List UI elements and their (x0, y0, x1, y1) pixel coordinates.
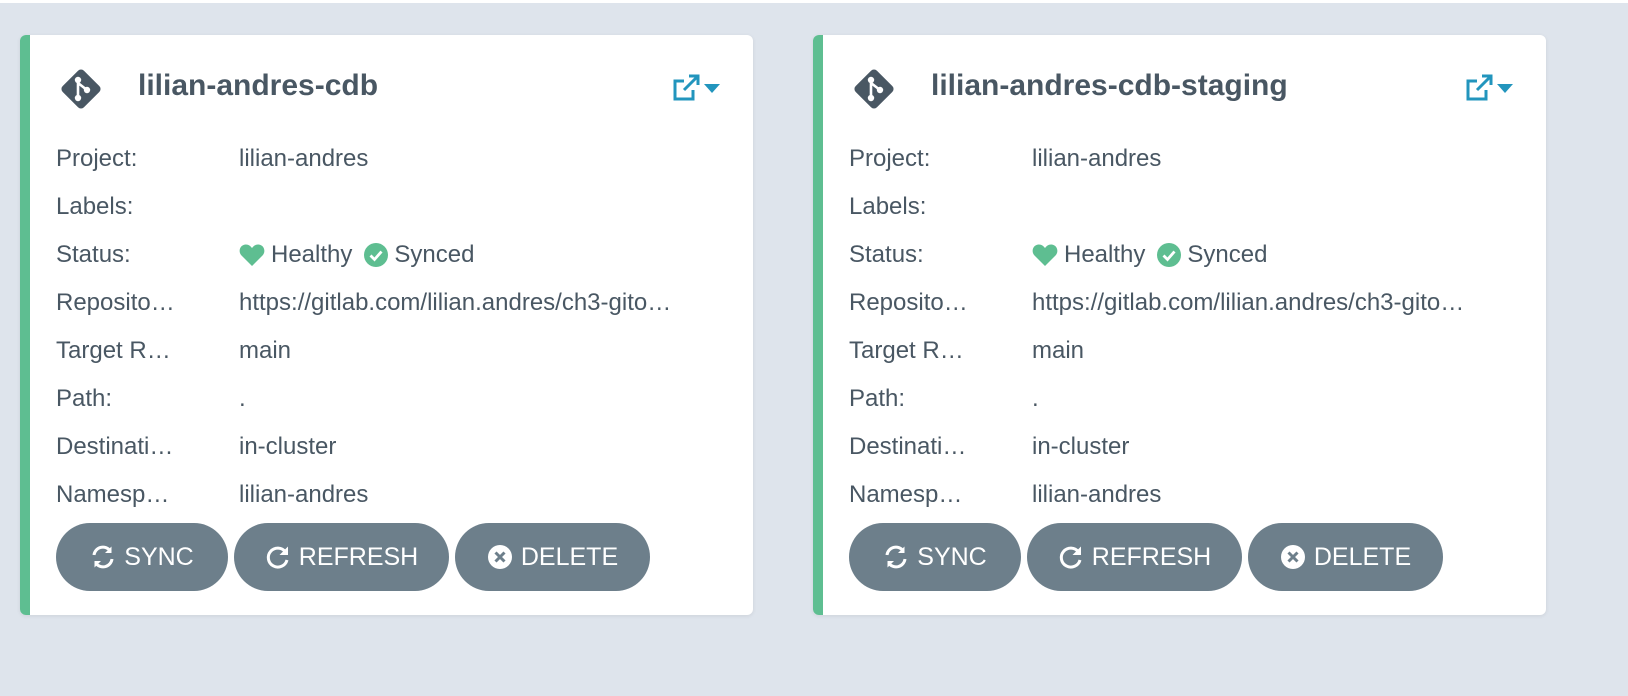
destination-label: Destinati… (849, 433, 967, 460)
destination-label: Destinati… (56, 433, 174, 460)
status-label: Status: (56, 241, 131, 268)
external-link-menu[interactable] (671, 71, 721, 105)
path-value: . (1032, 385, 1039, 412)
card-header: lilian-andres-cdb-staging (849, 61, 1516, 117)
project-value: lilian-andres (239, 145, 369, 172)
external-link-icon[interactable] (671, 73, 701, 103)
repository-row: Reposito… https://gitlab.com/lilian.andr… (849, 279, 1516, 327)
refresh-button-label[interactable]: REFRESH (299, 543, 418, 572)
redo-icon (266, 546, 289, 569)
repository-value[interactable]: https://gitlab.com/lilian.andres/ch3-git… (1032, 289, 1516, 317)
repository-value[interactable]: https://gitlab.com/lilian.andres/ch3-git… (239, 289, 723, 317)
app-details: Project: lilian-andres Labels: Status: H… (849, 135, 1516, 519)
path-row: Path: . (849, 375, 1516, 423)
status-value: Healthy Synced (239, 241, 723, 269)
app-details: Project: lilian-andres Labels: Status: H… (56, 135, 723, 519)
sync-button-label[interactable]: SYNC (124, 543, 193, 572)
heart-icon (1032, 244, 1058, 266)
destination-row: Destinati… in-cluster (849, 423, 1516, 471)
sync-icon (92, 545, 114, 569)
heart-icon (239, 244, 265, 266)
labels-row: Labels: (56, 183, 723, 231)
delete-button[interactable]: DELETE (455, 523, 650, 591)
target-revision-label: Target R… (56, 337, 171, 364)
git-icon (61, 69, 101, 109)
status-value: Healthy Synced (1032, 241, 1516, 269)
path-label: Path: (56, 385, 113, 412)
health-status-text: Healthy (271, 241, 353, 268)
namespace-value: lilian-andres (239, 481, 369, 508)
external-link-icon[interactable] (1464, 73, 1494, 103)
caret-down-icon[interactable] (1497, 84, 1513, 94)
labels-label: Labels: (849, 193, 927, 220)
delete-button[interactable]: DELETE (1248, 523, 1443, 591)
refresh-button-label[interactable]: REFRESH (1092, 543, 1211, 572)
health-stripe (813, 35, 823, 615)
refresh-button[interactable]: REFRESH (234, 523, 449, 591)
namespace-value: lilian-andres (1032, 481, 1162, 508)
app-title[interactable]: lilian-andres-cdb-staging (931, 69, 1288, 103)
target-revision-row: Target R… main (56, 327, 723, 375)
project-label: Project: (56, 145, 138, 172)
project-value: lilian-andres (1032, 145, 1162, 172)
sync-button[interactable]: SYNC (849, 523, 1021, 591)
target-revision-value: main (239, 337, 292, 364)
namespace-label: Namesp… (849, 481, 963, 508)
sync-status-text: Synced (394, 241, 475, 268)
status-row: Status: Healthy Synced (56, 231, 723, 279)
path-label: Path: (849, 385, 906, 412)
destination-value: in-cluster (239, 433, 337, 460)
status-label: Status: (849, 241, 924, 268)
card-actions: SYNC REFRESH DELETE (849, 523, 1443, 591)
redo-icon (1059, 546, 1082, 569)
labels-label: Labels: (56, 193, 134, 220)
path-value: . (239, 385, 246, 412)
application-card[interactable]: lilian-andres-cdb-staging Project: lilia… (813, 35, 1546, 615)
delete-button-label[interactable]: DELETE (521, 543, 618, 572)
external-link-menu[interactable] (1464, 71, 1514, 105)
caret-down-icon[interactable] (704, 84, 720, 94)
target-revision-label: Target R… (849, 337, 964, 364)
destination-row: Destinati… in-cluster (56, 423, 723, 471)
application-card[interactable]: lilian-andres-cdb Project: lilian-andres… (20, 35, 753, 615)
top-divider (0, 0, 1628, 3)
delete-button-label[interactable]: DELETE (1314, 543, 1411, 572)
refresh-button[interactable]: REFRESH (1027, 523, 1242, 591)
git-icon (854, 69, 894, 109)
project-label: Project: (849, 145, 931, 172)
labels-row: Labels: (849, 183, 1516, 231)
check-circle-icon (364, 243, 389, 267)
times-circle-icon (487, 545, 512, 569)
namespace-row: Namesp… lilian-andres (849, 471, 1516, 519)
target-revision-value: main (1032, 337, 1085, 364)
health-status-text: Healthy (1064, 241, 1146, 268)
check-circle-icon (1157, 243, 1182, 267)
target-revision-row: Target R… main (849, 327, 1516, 375)
project-row: Project: lilian-andres (56, 135, 723, 183)
status-row: Status: Healthy Synced (849, 231, 1516, 279)
repository-label: Reposito… (849, 289, 968, 316)
sync-icon (885, 545, 907, 569)
card-actions: SYNC REFRESH DELETE (56, 523, 650, 591)
health-stripe (20, 35, 30, 615)
sync-status-text: Synced (1187, 241, 1268, 268)
card-header: lilian-andres-cdb (56, 61, 723, 117)
namespace-label: Namesp… (56, 481, 170, 508)
sync-button[interactable]: SYNC (56, 523, 228, 591)
sync-button-label[interactable]: SYNC (917, 543, 986, 572)
repository-row: Reposito… https://gitlab.com/lilian.andr… (56, 279, 723, 327)
namespace-row: Namesp… lilian-andres (56, 471, 723, 519)
app-title[interactable]: lilian-andres-cdb (138, 69, 378, 103)
repository-label: Reposito… (56, 289, 175, 316)
path-row: Path: . (56, 375, 723, 423)
project-row: Project: lilian-andres (849, 135, 1516, 183)
times-circle-icon (1280, 545, 1305, 569)
destination-value: in-cluster (1032, 433, 1130, 460)
